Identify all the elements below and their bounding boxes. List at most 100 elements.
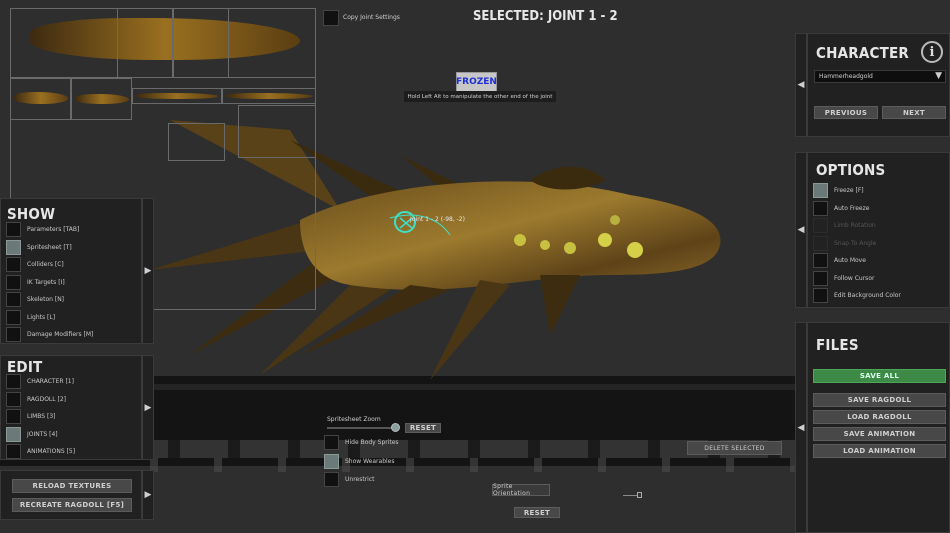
edit-animations-label: ANIMATIONS [5] — [27, 448, 76, 455]
show-ik-targets-checkbox[interactable] — [6, 274, 21, 290]
auto-move-checkbox[interactable] — [813, 253, 828, 268]
info-icon[interactable]: i — [921, 41, 943, 63]
sprite-cell-fin-1[interactable] — [168, 123, 225, 161]
show-panel: SHOW Parameters [TAB] Spritesheet [T] Co… — [0, 198, 142, 344]
show-wearables-label: Show Wearables — [345, 458, 395, 465]
next-button[interactable]: NEXT — [882, 106, 946, 119]
show-skeleton-label: Skeleton [N] — [27, 296, 65, 303]
reload-textures-button[interactable]: RELOAD TEXTURES — [12, 479, 132, 493]
delete-selected-button[interactable]: DELETE SELECTED — [687, 441, 782, 455]
copy-joint-checkbox[interactable] — [323, 10, 339, 26]
options-panel-toggle[interactable]: ◀ — [795, 152, 807, 308]
show-damage-modifiers-row[interactable]: Damage Modifiers [M] — [6, 326, 93, 343]
spritesheet-zoom-slider[interactable] — [327, 427, 397, 429]
edit-ragdoll-row[interactable]: RAGDOLL [2] — [6, 391, 75, 408]
edit-animations-row[interactable]: ANIMATIONS [5] — [6, 443, 75, 460]
freeze-row[interactable]: Freeze [F] — [813, 182, 901, 199]
show-skeleton-row[interactable]: Skeleton [N] — [6, 291, 93, 308]
page-title: SELECTED: JOINT 1 - 2 — [473, 9, 618, 24]
recreate-ragdoll-button[interactable]: RECREATE RAGDOLL [F5] — [12, 498, 132, 512]
chevron-left-icon: ◀ — [797, 225, 805, 235]
auto-freeze-checkbox[interactable] — [813, 200, 828, 216]
show-damage-modifiers-checkbox[interactable] — [6, 327, 21, 342]
edit-limbs-checkbox[interactable] — [6, 409, 21, 424]
limb-rotation-checkbox — [813, 218, 828, 233]
edit-character-label: CHARACTER [1] — [27, 378, 74, 385]
edit-bg-color-row[interactable]: Edit Background Color — [813, 287, 901, 304]
edit-bg-color-checkbox[interactable] — [813, 288, 828, 303]
options-panel-title: OPTIONS — [816, 161, 886, 179]
show-damage-modifiers-label: Damage Modifiers [M] — [27, 331, 94, 338]
save-all-button[interactable]: SAVE ALL — [813, 369, 946, 383]
follow-cursor-row[interactable]: Follow Cursor — [813, 270, 901, 287]
spritesheet-zoom-handle[interactable] — [391, 423, 400, 432]
show-wearables-checkbox[interactable] — [324, 454, 339, 469]
show-spritesheet-checkbox[interactable] — [6, 239, 21, 255]
edit-panel-toggle[interactable]: ▶ — [142, 355, 154, 460]
character-panel-toggle[interactable]: ◀ — [795, 33, 807, 137]
sprite-spine-2-thumb — [226, 93, 312, 99]
auto-freeze-label: Auto Freeze — [834, 204, 870, 212]
show-ik-targets-label: IK Targets [I] — [27, 278, 65, 286]
unrestrict-checkbox[interactable] — [324, 472, 339, 487]
edit-character-checkbox[interactable] — [6, 374, 21, 389]
show-spritesheet-row[interactable]: Spritesheet [T] — [6, 239, 93, 256]
show-spritesheet-label: Spritesheet [T] — [27, 243, 72, 251]
orientation-reset-button[interactable]: RESET — [514, 507, 560, 518]
edit-ragdoll-label: RAGDOLL [2] — [27, 395, 67, 403]
save-ragdoll-button[interactable]: SAVE RAGDOLL — [813, 393, 946, 407]
previous-button[interactable]: PREVIOUS — [814, 106, 878, 119]
show-wearables-row[interactable]: Show Wearables — [324, 453, 394, 470]
limb-rotation-label: Limb Rotation — [834, 222, 876, 229]
load-animation-button[interactable]: LOAD ANIMATION — [813, 444, 946, 458]
character-panel-title: CHARACTER — [816, 44, 910, 62]
snap-to-angle-row: Snap To Angle — [813, 235, 901, 252]
auto-freeze-row[interactable]: Auto Freeze — [813, 200, 901, 217]
zoom-reset-button[interactable]: RESET — [405, 423, 441, 433]
scene-posts — [150, 458, 800, 472]
snap-to-angle-checkbox — [813, 235, 828, 251]
save-animation-button[interactable]: SAVE ANIMATION — [813, 427, 946, 441]
edit-limbs-row[interactable]: LIMBS [3] — [6, 408, 75, 425]
copy-joint-label: Copy Joint Settings — [343, 14, 400, 21]
character-dropdown[interactable]: Hammerheadgold ▼ — [814, 70, 946, 83]
sprite-orientation-handle[interactable] — [637, 492, 642, 498]
show-parameters-checkbox[interactable] — [6, 222, 21, 237]
edit-bg-color-label: Edit Background Color — [834, 292, 901, 299]
spritesheet-zoom-label: Spritesheet Zoom — [327, 416, 381, 423]
edit-ragdoll-checkbox[interactable] — [6, 391, 21, 407]
hide-body-sprites-row[interactable]: Hide Body Sprites — [324, 434, 399, 451]
sprite-spine-1-thumb — [136, 93, 218, 99]
sprite-cell-divider-2 — [173, 8, 229, 78]
show-colliders-checkbox[interactable] — [6, 257, 21, 272]
show-lights-checkbox[interactable] — [6, 309, 21, 325]
reload-panel-toggle[interactable]: ▶ — [142, 470, 154, 520]
reload-panel: RELOAD TEXTURES RECREATE RAGDOLL [F5] — [0, 470, 142, 520]
edit-character-row[interactable]: CHARACTER [1] — [6, 373, 75, 390]
show-skeleton-checkbox[interactable] — [6, 292, 21, 307]
show-parameters-label: Parameters [TAB] — [27, 226, 80, 233]
show-lights-row[interactable]: Lights [L] — [6, 309, 93, 326]
snap-to-angle-label: Snap To Angle — [834, 239, 877, 247]
show-panel-toggle[interactable]: ▶ — [142, 198, 154, 344]
files-panel-toggle[interactable]: ◀ — [795, 322, 807, 533]
edit-joints-checkbox[interactable] — [6, 426, 21, 442]
edit-joints-row[interactable]: JOINTS [4] — [6, 426, 75, 443]
show-parameters-row[interactable]: Parameters [TAB] — [6, 221, 93, 238]
hide-body-sprites-checkbox[interactable] — [324, 435, 339, 450]
sprite-cell-fin-2[interactable] — [238, 105, 316, 158]
show-ik-targets-row[interactable]: IK Targets [I] — [6, 274, 93, 291]
edit-animations-checkbox[interactable] — [6, 444, 21, 459]
character-dropdown-value: Hammerheadgold — [819, 73, 873, 80]
chevron-left-icon: ◀ — [797, 80, 805, 90]
freeze-checkbox[interactable] — [813, 183, 828, 198]
chevron-left-icon: ◀ — [797, 422, 805, 433]
load-ragdoll-button[interactable]: LOAD RAGDOLL — [813, 410, 946, 424]
sprite-cell-divider-1 — [117, 8, 173, 78]
sprite-orientation-label: Sprite Orientation — [492, 483, 550, 497]
show-colliders-row[interactable]: Colliders [C] — [6, 256, 93, 273]
unrestrict-row[interactable]: Unrestrict — [324, 471, 374, 488]
filter-icon: ▼ — [935, 71, 942, 81]
follow-cursor-checkbox[interactable] — [813, 270, 828, 286]
auto-move-row[interactable]: Auto Move — [813, 252, 901, 269]
